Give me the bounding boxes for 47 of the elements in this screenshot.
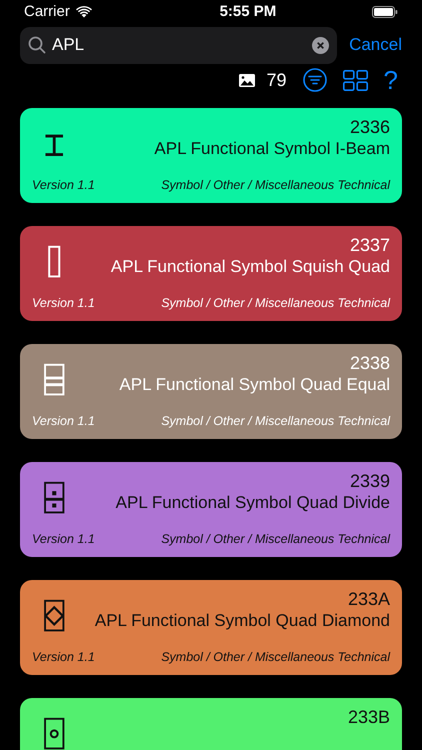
category-path: Symbol / Other / Miscellaneous Technical [161,530,390,548]
symbol-name: APL Functional Symbol Quad Diamond [94,610,390,632]
symbol-name: APL Functional Symbol I-Beam [154,138,390,160]
symbol-glyph: ⌺ [44,600,64,634]
category-path: Symbol / Other / Miscellaneous Technical [161,412,390,430]
category-path: Symbol / Other / Miscellaneous Technical [161,176,390,194]
version-label: Version 1.1 [32,530,95,548]
grid-icon[interactable] [342,70,368,90]
symbol-card[interactable]: ⌹ 2339 APL Functional Symbol Quad Divide Version 1.1 Symbol / Other / Miscellaneous Technical [20,462,402,556]
version-label: Version 1.1 [32,294,95,312]
symbol-card[interactable]: ⌸ 2338 APL Functional Symbol Quad Equal Version 1.1 Symbol / Other / Miscellaneous Technical [20,344,402,438]
version-label: Version 1.1 [32,176,95,194]
image-icon[interactable] [238,74,254,86]
search-bar[interactable]: APL [20,26,338,64]
symbol-card[interactable]: ⌷ 2337 APL Functional Symbol Squish Quad Version 1.1 Symbol / Other / Miscellaneous Technical [20,226,402,320]
version-label: Version 1.1 [32,648,95,666]
symbol-name: APL Functional Symbol Quad Divide [116,492,390,514]
symbol-card[interactable]: ⌺ 233A APL Functional Symbol Quad Diamond Version 1.1 Symbol / Other / Miscellaneous Technical [20,580,402,674]
wifi-icon [76,6,92,18]
search-icon [28,36,46,54]
symbol-glyph: ⌻ [44,718,64,750]
code-point: 233A [348,588,390,610]
code-point: 2338 [350,352,390,374]
symbol-card[interactable]: ⌻ 233B [20,698,402,750]
symbol-name: APL Functional Symbol Quad Equal [119,374,390,396]
symbol-glyph: ⌹ [44,482,64,516]
carrier-label: Carrier [24,2,70,22]
symbol-card[interactable]: ⌶ 2336 APL Functional Symbol I-Beam Version 1.1 Symbol / Other / Miscellaneous Technical [20,108,402,202]
code-point: 2337 [350,234,390,256]
filter-icon[interactable] [302,68,327,92]
version-label: Version 1.1 [32,412,95,430]
symbol-name: APL Functional Symbol Squish Quad [110,256,390,278]
status-time: 5:55 PM [220,2,276,22]
category-path: Symbol / Other / Miscellaneous Technical [161,648,390,666]
clear-icon[interactable] [312,36,330,54]
search-input[interactable]: APL [52,32,306,58]
symbol-glyph: ⌸ [44,364,64,398]
code-point: 2336 [350,116,390,138]
battery-icon [372,6,398,18]
code-point: 2339 [350,470,390,492]
cancel-button[interactable]: Cancel [349,32,402,58]
code-point: 233B [348,706,390,728]
category-path: Symbol / Other / Miscellaneous Technical [161,294,390,312]
result-count: 79 [266,68,287,92]
help-button[interactable]: ? [384,67,398,93]
symbol-glyph: ⌶ [44,128,64,162]
symbol-glyph: ⌷ [44,246,64,280]
